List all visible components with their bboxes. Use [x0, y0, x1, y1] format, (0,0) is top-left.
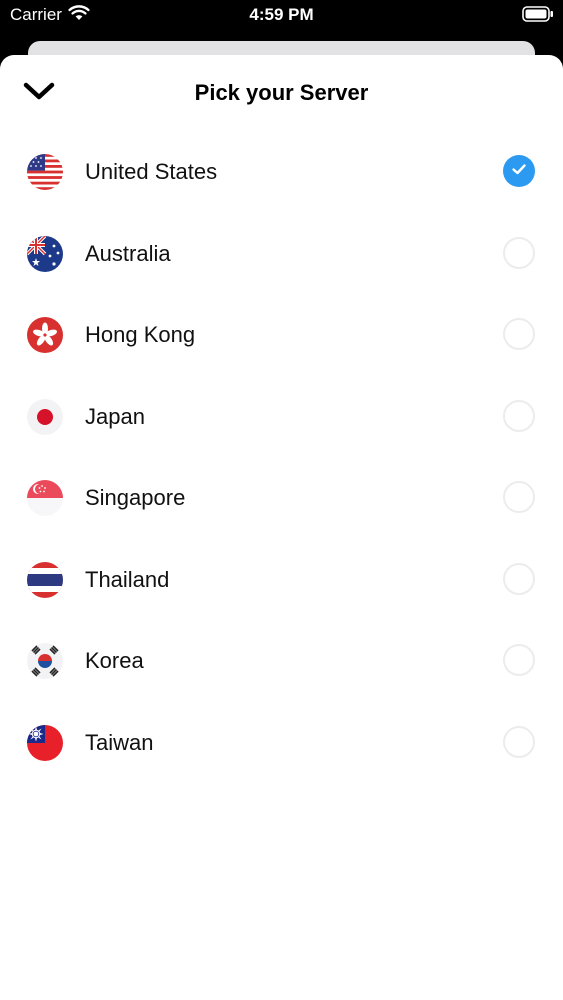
server-name: Taiwan	[85, 729, 154, 755]
radio-button[interactable]	[503, 318, 535, 350]
radio-button[interactable]	[503, 481, 535, 513]
server-row-japan[interactable]: Japan	[0, 376, 563, 458]
server-name: United States	[85, 159, 218, 184]
server-row-taiwan[interactable]: Taiwan	[0, 702, 563, 784]
us-flag-icon	[27, 154, 63, 190]
status-bar: Carrier 4:59 PM	[0, 0, 563, 30]
server-row-singapore[interactable]: Singapore	[0, 457, 563, 539]
clock: 4:59 PM	[249, 5, 314, 24]
radio-button[interactable]	[503, 562, 535, 595]
server-name: Singapore	[85, 485, 186, 510]
jp-flag-icon	[27, 398, 63, 435]
radio-button[interactable]	[503, 644, 535, 676]
server-name: Hong Kong	[85, 322, 196, 347]
radio-button[interactable]	[503, 725, 535, 758]
page-title: Pick your Server	[194, 80, 369, 105]
sg-flag-icon	[27, 480, 63, 516]
server-name: Thailand	[85, 566, 170, 592]
radio-button-selected[interactable]	[503, 155, 535, 187]
server-name: Japan	[85, 403, 145, 429]
battery-icon	[522, 6, 554, 27]
tw-flag-icon	[27, 724, 63, 761]
server-row-australia[interactable]: Australia	[0, 213, 563, 295]
server-name: Australia	[85, 240, 171, 266]
radio-button[interactable]	[503, 399, 535, 432]
th-flag-icon	[27, 561, 63, 598]
checkmark-icon	[511, 161, 527, 182]
radio-button[interactable]	[503, 236, 535, 269]
server-row-united-states[interactable]: United States	[0, 131, 563, 213]
au-flag-icon	[27, 235, 63, 272]
hk-flag-icon	[27, 317, 63, 353]
server-row-hong-kong[interactable]: Hong Kong	[0, 294, 563, 376]
sheet-header: Pick your Server	[0, 55, 563, 131]
server-list: United States Australia Hong Kong Japan …	[0, 131, 563, 783]
server-picker-sheet: Pick your Server United States Australia…	[0, 55, 563, 1000]
server-row-thailand[interactable]: Thailand	[0, 539, 563, 621]
server-name: Korea	[85, 648, 144, 673]
server-row-korea[interactable]: Korea	[0, 620, 563, 702]
kr-flag-icon	[27, 643, 63, 679]
